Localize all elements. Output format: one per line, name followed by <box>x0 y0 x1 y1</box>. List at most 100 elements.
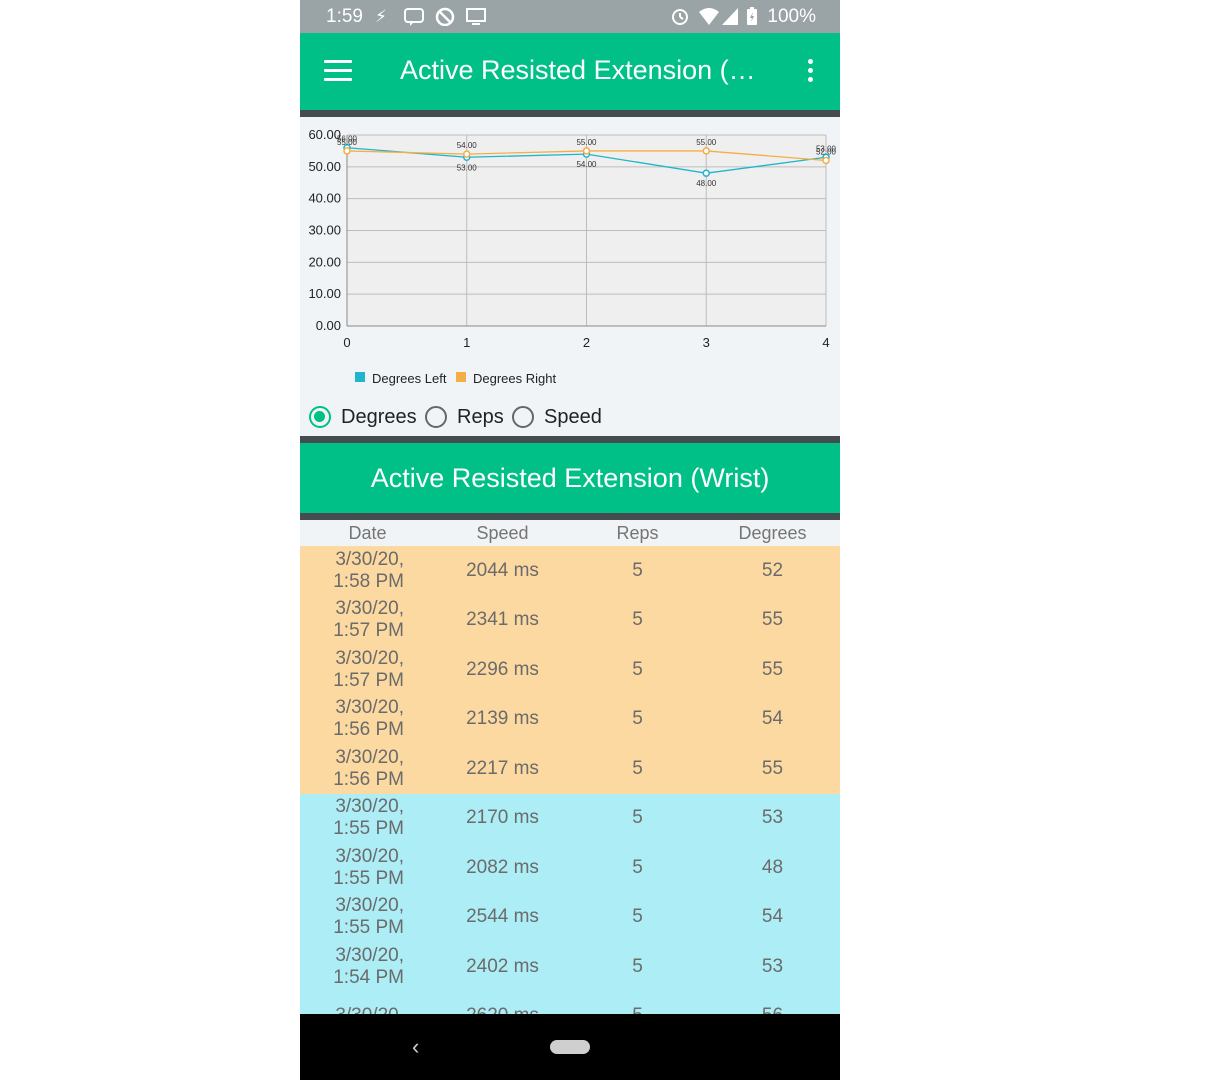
table-row[interactable]: 3/30/20, 1:58 PM 2044 ms 5 52 <box>300 546 840 596</box>
degrees-line-chart: 0.00 10.00 20.00 30.00 40.00 50.00 60.00 0 1 2 3 4 5… <box>300 117 840 397</box>
y-tick-label: 0.00 <box>316 318 341 333</box>
y-tick-label: 20.00 <box>308 254 341 269</box>
header-speed: Speed <box>476 523 529 543</box>
exercise-section-header: Active Resisted Extension (Wrist) <box>300 443 840 513</box>
cell-degrees: 55 <box>761 609 784 631</box>
data-label: 55.00 <box>576 138 597 147</box>
sync-blocked-icon <box>435 7 455 30</box>
data-point <box>343 147 351 155</box>
table-row[interactable]: 3/30/20, 1:55 PM 2170 ms 5 53 <box>300 793 840 843</box>
home-pill-icon[interactable] <box>550 1040 590 1054</box>
data-label: 52.00 <box>816 147 837 156</box>
date-day: 3/30/20, <box>335 697 404 719</box>
more-vertical-icon[interactable] <box>800 59 820 85</box>
data-label: 54.00 <box>576 160 597 169</box>
cell-date: 3/30/20, 1:54 PM <box>300 945 435 989</box>
date-day: 3/30/20, <box>335 944 404 966</box>
radio-label-reps: Reps <box>457 405 504 428</box>
cell-degrees: 53 <box>761 807 784 829</box>
x-tick-label: 2 <box>583 335 590 350</box>
cast-icon <box>465 7 487 30</box>
date-time: 1:58 PM <box>333 570 404 592</box>
hamburger-menu-icon[interactable] <box>324 60 352 82</box>
y-tick-label: 40.00 <box>308 191 341 206</box>
date-day: 3/30/20, <box>335 895 404 917</box>
data-point <box>582 147 591 155</box>
cell-reps: 5 <box>632 757 643 779</box>
x-tick-label: 0 <box>343 335 350 350</box>
battery-charging-icon <box>746 7 758 30</box>
history-table: Date Speed Reps Degrees 3/30/20, 1:58 PM 2… <box>300 520 840 1041</box>
divider <box>300 110 840 117</box>
data-point <box>702 147 710 155</box>
radio-label-degrees: Degrees <box>341 405 417 428</box>
cell-reps: 5 <box>632 559 643 581</box>
x-tick-label: 1 <box>463 335 470 350</box>
wifi-icon <box>698 7 720 30</box>
header-degrees: Degrees <box>738 523 807 543</box>
data-label: 55.00 <box>696 138 717 147</box>
data-point <box>702 169 710 177</box>
y-tick-label: 10.00 <box>308 286 341 301</box>
data-point <box>463 150 471 158</box>
date-time: 1:54 PM <box>333 966 404 988</box>
y-tick-label: 50.00 <box>308 159 341 174</box>
table-row[interactable]: 3/30/20, 1:57 PM 2341 ms 5 55 <box>300 595 840 645</box>
date-time: 1:56 PM <box>333 768 404 790</box>
app-title: Active Resisted Extension (Wrist) <box>400 55 760 85</box>
back-icon[interactable]: ‹ <box>412 1034 419 1060</box>
cell-speed: 2402 ms <box>466 955 539 977</box>
x-tick-label: 3 <box>703 335 710 350</box>
table-row[interactable]: 3/30/20, 1:55 PM 2082 ms 5 48 <box>300 843 840 893</box>
status-bar: 1:59 ⚡ 100% <box>300 0 840 33</box>
cell-date: 3/30/20, 1:56 PM <box>300 697 435 741</box>
radio-circle[interactable] <box>425 406 447 428</box>
date-day: 3/30/20, <box>335 548 404 570</box>
date-time: 1:57 PM <box>333 669 404 691</box>
cell-date: 3/30/20, 1:57 PM <box>300 598 435 642</box>
cell-speed: 2170 ms <box>466 807 539 829</box>
cell-speed: 2341 ms <box>466 609 539 631</box>
date-day: 3/30/20, <box>335 796 404 818</box>
phone-screen: 1:59 ⚡ 100% Active Resisted Extension (W… <box>300 0 840 1080</box>
radio-reps[interactable]: Reps <box>425 400 504 434</box>
navigation-bar: ‹ <box>300 1014 840 1080</box>
x-tick-label: 4 <box>822 335 829 350</box>
legend-swatch <box>456 372 466 382</box>
table-row[interactable]: 3/30/20, 1:56 PM 2217 ms 5 55 <box>300 744 840 794</box>
message-icon <box>404 7 424 30</box>
cell-degrees: 55 <box>761 658 784 680</box>
table-row[interactable]: 3/30/20, 1:54 PM 2402 ms 5 53 <box>300 942 840 992</box>
battery-percentage: 100% <box>767 6 816 27</box>
table-row[interactable]: 3/30/20, 1:55 PM 2544 ms 5 54 <box>300 892 840 942</box>
cell-reps: 5 <box>632 658 643 680</box>
chart-svg: 0.0010.0020.0030.0040.0050.0060.000 1 2 3 45… <box>308 127 837 386</box>
divider <box>300 513 840 520</box>
cell-degrees: 52 <box>761 559 784 581</box>
cell-degrees: 55 <box>761 757 784 779</box>
legend-label: Degrees Right <box>473 371 556 386</box>
cell-reps: 5 <box>632 807 643 829</box>
table-row[interactable]: 3/30/20, 1:56 PM 2139 ms 5 54 <box>300 694 840 744</box>
cell-date: 3/30/20, 1:55 PM <box>300 846 435 890</box>
legend-swatch <box>355 372 365 382</box>
cell-reps: 5 <box>632 609 643 631</box>
data-label: 53.00 <box>457 163 478 172</box>
divider <box>300 436 840 443</box>
cell-date: 3/30/20, 1:58 PM <box>300 549 435 593</box>
radio-speed[interactable]: Speed <box>512 400 602 434</box>
header-reps: Reps <box>616 523 659 543</box>
radio-circle[interactable] <box>309 406 331 428</box>
flash-icon: ⚡ <box>375 7 387 26</box>
radio-degrees[interactable]: Degrees <box>309 400 417 434</box>
date-day: 3/30/20, <box>335 647 404 669</box>
cell-reps: 5 <box>632 906 643 928</box>
table-header: Date Speed Reps Degrees <box>300 520 840 546</box>
date-time: 1:56 PM <box>333 719 404 741</box>
cell-date: 3/30/20, 1:55 PM <box>300 895 435 939</box>
data-label: 55.00 <box>337 138 358 147</box>
table-row[interactable]: 3/30/20, 1:57 PM 2296 ms 5 55 <box>300 645 840 695</box>
cell-date: 3/30/20, 1:55 PM <box>300 796 435 840</box>
status-time: 1:59 <box>326 6 363 27</box>
radio-circle[interactable] <box>512 406 534 428</box>
